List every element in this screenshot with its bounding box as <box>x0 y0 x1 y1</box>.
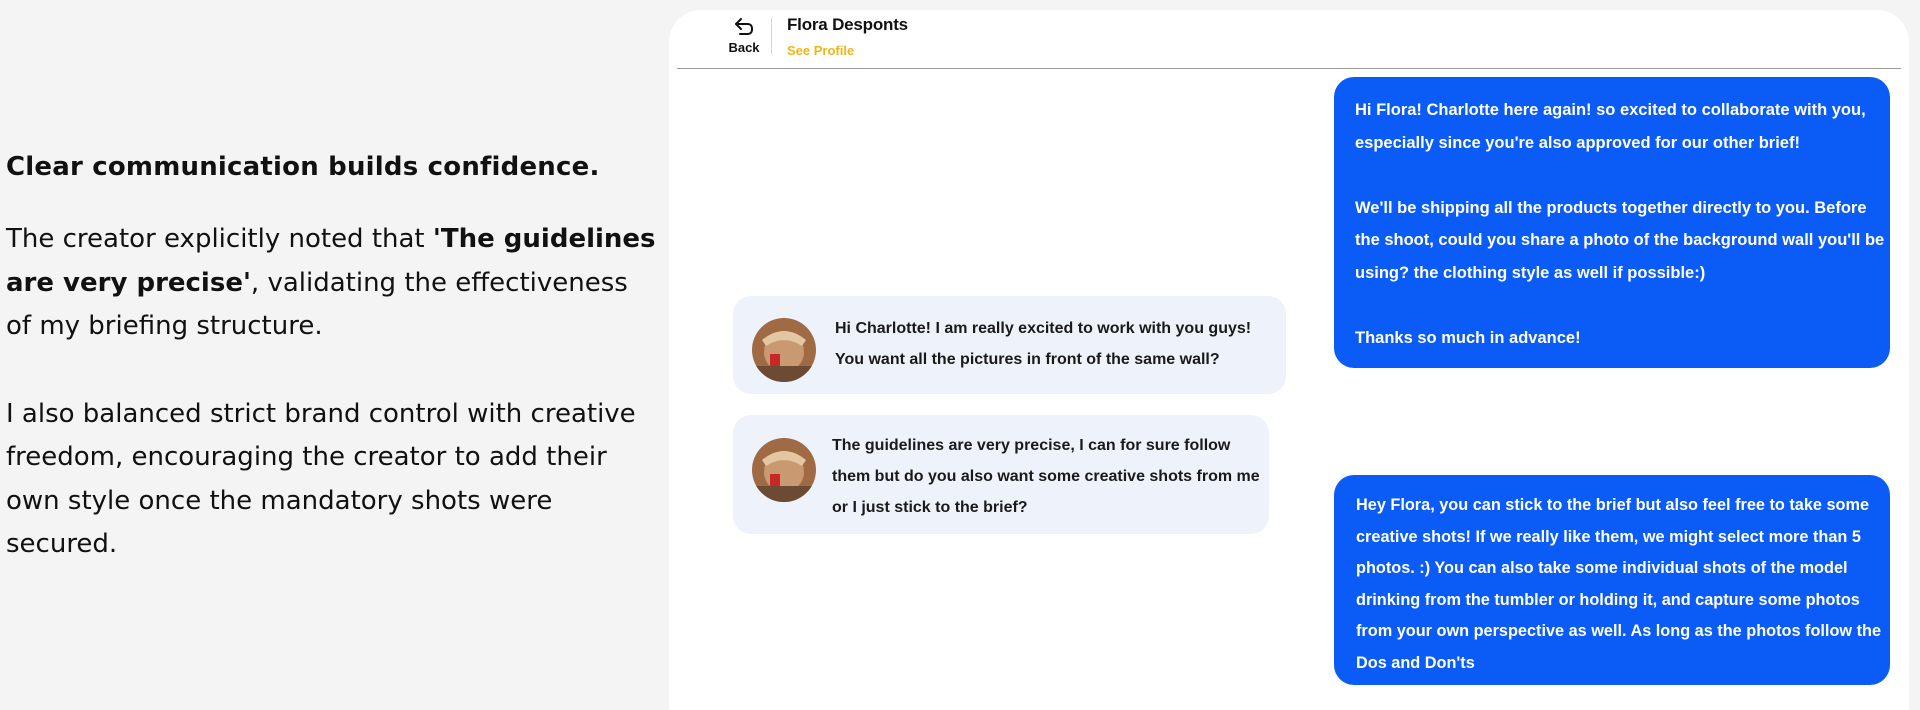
back-button[interactable]: Back <box>716 16 772 55</box>
message-text: Hi Charlotte! I am really excited to wor… <box>835 320 1252 368</box>
caption-heading: Clear communication builds confidence. <box>6 152 600 182</box>
back-label: Back <box>728 40 760 55</box>
message-outgoing: Hey Flora, you can stick to the brief bu… <box>1334 475 1890 685</box>
message-text: The guidelines are very precise, I can f… <box>832 437 1260 516</box>
chat-header: Back Flora Desponts See Profile <box>677 10 1901 69</box>
chat-panel: Back Flora Desponts See Profile Hi Flora… <box>669 10 1909 710</box>
message-outgoing: Hi Flora! Charlotte here again! so excit… <box>1334 77 1890 368</box>
header-divider <box>771 18 772 54</box>
message-text: Hey Flora, you can stick to the brief bu… <box>1356 496 1881 672</box>
caption-block: Clear communication builds confidence. T… <box>6 152 656 611</box>
message-incoming: The guidelines are very precise, I can f… <box>733 415 1269 534</box>
contact-name: Flora Desponts <box>787 15 908 34</box>
caption-p1-prefix: The creator explicitly noted that <box>6 224 433 254</box>
caption-paragraph-2: I also balanced strict brand control wit… <box>6 398 636 560</box>
avatar <box>752 318 816 382</box>
message-incoming: Hi Charlotte! I am really excited to wor… <box>733 296 1286 394</box>
avatar <box>752 438 816 502</box>
see-profile-link[interactable]: See Profile <box>787 43 854 58</box>
message-text: Hi Flora! Charlotte here again! so excit… <box>1355 101 1885 347</box>
caption-paragraph-1: The creator explicitly noted that 'The g… <box>6 218 656 349</box>
back-arrow-icon <box>716 16 772 38</box>
